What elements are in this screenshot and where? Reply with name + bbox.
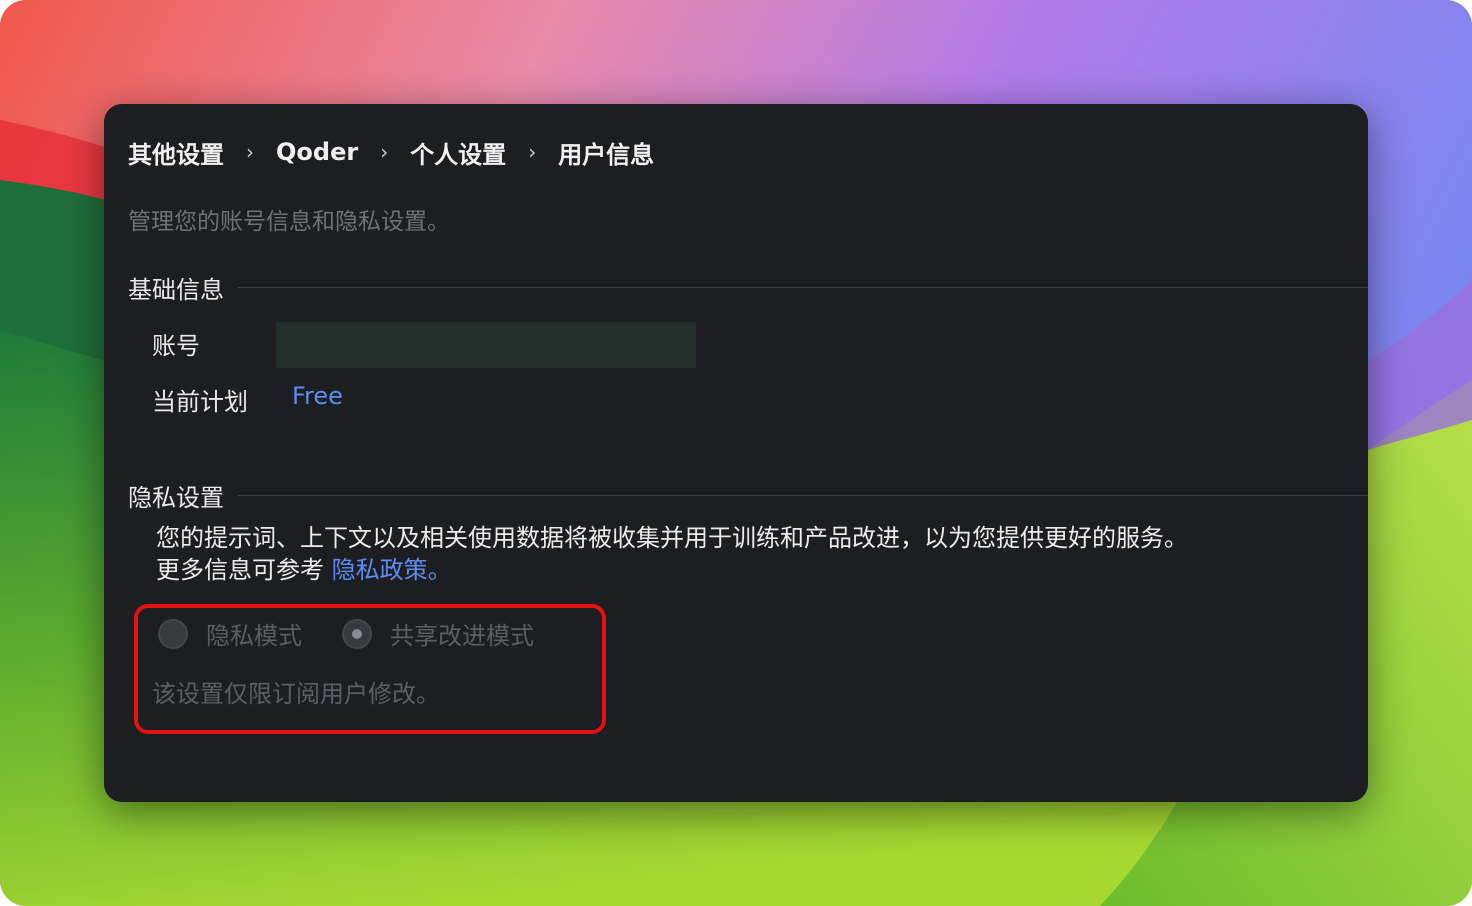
plan-value[interactable]: Free xyxy=(292,382,343,410)
privacy-more-info-text: 更多信息可参考 xyxy=(156,556,332,584)
privacy-description-line2: 更多信息可参考 隐私政策。 xyxy=(156,554,1188,586)
radio-unselected-icon xyxy=(158,618,188,649)
privacy-policy-period: 。 xyxy=(427,556,452,584)
basic-info-section-header: 基础信息 xyxy=(128,270,1368,305)
breadcrumb-separator-icon: › xyxy=(528,140,537,164)
subscription-restriction-note: 该设置仅限订阅用户修改。 xyxy=(152,680,440,708)
account-label: 账号 xyxy=(152,332,200,360)
share-improvement-mode-radio[interactable]: 共享改进模式 xyxy=(342,616,534,651)
share-improvement-mode-label: 共享改进模式 xyxy=(390,622,534,650)
account-value-redacted xyxy=(276,322,696,368)
basic-info-heading: 基础信息 xyxy=(128,276,224,304)
breadcrumb-separator-icon: › xyxy=(246,140,254,164)
privacy-policy-link[interactable]: 隐私政策 xyxy=(332,556,428,584)
privacy-heading: 隐私设置 xyxy=(128,484,224,512)
privacy-section-header: 隐私设置 xyxy=(128,478,1368,513)
section-divider xyxy=(238,287,1368,288)
plan-label: 当前计划 xyxy=(152,388,248,416)
breadcrumb: 其他设置 › Qoder › 个人设置 › 用户信息 xyxy=(128,134,654,170)
page-subtitle: 管理您的账号信息和隐私设置。 xyxy=(128,209,450,235)
radio-selected-icon xyxy=(342,618,372,649)
privacy-mode-label: 隐私模式 xyxy=(206,622,302,650)
breadcrumb-item-personal-settings[interactable]: 个人设置 xyxy=(410,135,506,170)
breadcrumb-item-qoder[interactable]: Qoder xyxy=(276,138,358,166)
privacy-description-line1: 您的提示词、上下文以及相关使用数据将被收集并用于训练和产品改进，以为您提供更好的… xyxy=(156,524,1188,552)
privacy-description: 您的提示词、上下文以及相关使用数据将被收集并用于训练和产品改进，以为您提供更好的… xyxy=(156,522,1188,586)
breadcrumb-item-other-settings[interactable]: 其他设置 xyxy=(128,135,224,170)
breadcrumb-separator-icon: › xyxy=(380,140,389,164)
breadcrumb-item-user-info: 用户信息 xyxy=(558,140,655,169)
section-divider xyxy=(238,495,1368,496)
privacy-mode-radio[interactable]: 隐私模式 xyxy=(158,616,302,651)
privacy-mode-radio-group: 隐私模式 共享改进模式 xyxy=(158,616,574,651)
radio-dot xyxy=(352,628,362,639)
user-info-panel: 其他设置 › Qoder › 个人设置 › 用户信息 管理您的账号信息和隐私设置… xyxy=(104,104,1368,802)
